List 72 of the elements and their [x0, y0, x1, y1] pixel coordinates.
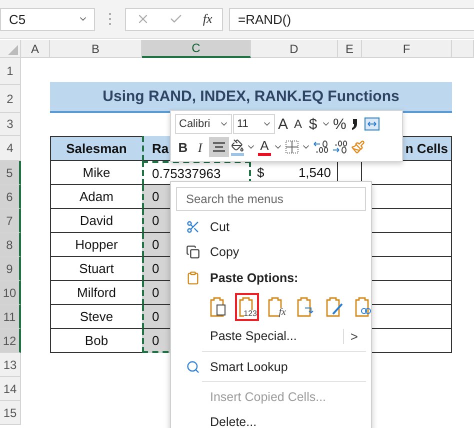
table-cell: David	[50, 209, 142, 233]
header-cell: Salesman	[50, 136, 142, 161]
format-button[interactable]: %	[332, 114, 348, 134]
color-bar	[258, 152, 271, 156]
font-color-button[interactable]: A	[257, 137, 272, 157]
paintbrush-icon	[351, 140, 365, 154]
copy-icon	[186, 245, 200, 260]
fill-color-button[interactable]	[230, 137, 245, 157]
font-color-label: A	[260, 138, 269, 152]
increase-decimal-icon	[313, 140, 329, 154]
clipboard-icon	[324, 296, 344, 318]
row-header[interactable]: 3	[0, 113, 21, 136]
color-bar	[231, 152, 244, 156]
row-header[interactable]: 10	[0, 281, 21, 305]
paste-formulas-button[interactable]: fx	[264, 293, 288, 322]
table-cell: Hopper	[50, 233, 142, 257]
formula-field[interactable]: =RAND()	[229, 8, 474, 30]
row-header[interactable]: 7	[0, 209, 21, 233]
column-header[interactable]: A	[21, 40, 50, 58]
table-cell: Bob	[50, 329, 142, 353]
grow-font-button[interactable]: A	[276, 114, 290, 134]
clipboard-icon	[186, 270, 200, 285]
row-header[interactable]: 15	[0, 401, 21, 425]
row-header[interactable]: 13	[0, 353, 21, 377]
name-box[interactable]: C5	[0, 8, 95, 30]
italic-button[interactable]: I	[192, 137, 208, 157]
row-header[interactable]: 11	[0, 305, 21, 329]
column-header[interactable]: D	[251, 40, 338, 58]
search-icon	[186, 360, 200, 374]
font-field[interactable]: Calibri	[175, 114, 232, 134]
bold-button[interactable]: B	[175, 137, 191, 157]
column-header[interactable]: B	[50, 40, 142, 58]
column-header[interactable]: F	[362, 40, 452, 58]
currency-symbol: $	[257, 165, 264, 180]
row-header[interactable]: 4	[0, 136, 21, 161]
shrink-font-button[interactable]: A	[291, 114, 305, 134]
table-cell: Milford	[50, 281, 142, 305]
triangle-icon	[8, 45, 18, 55]
comma-icon	[351, 118, 360, 130]
decrease-decimal-icon	[332, 140, 348, 154]
merge-icon	[364, 117, 380, 131]
sheet-title: Using RAND, INDEX, RANK.EQ Functions	[50, 82, 452, 113]
cell-value: 1,540	[298, 165, 331, 180]
align-center-button[interactable]	[209, 137, 229, 157]
format-button[interactable]: $	[306, 114, 320, 134]
align-center-icon	[212, 140, 226, 154]
row-header[interactable]: 12	[0, 329, 21, 353]
row-header[interactable]: 1	[0, 58, 21, 85]
insert-function-button[interactable]: fx	[202, 11, 212, 27]
smart-lookup-menu-item[interactable]: Smart Lookup	[176, 354, 366, 380]
borders-icon	[285, 140, 299, 154]
column-header[interactable]: C	[142, 40, 251, 58]
clipboard-icon	[295, 296, 315, 318]
paste-values-button[interactable]: 123	[235, 293, 259, 322]
table-cell: Adam	[50, 185, 142, 209]
font-size-field[interactable]: 11	[233, 114, 275, 134]
paint-bucket-icon	[231, 138, 244, 152]
row-header[interactable]: 5	[0, 161, 21, 185]
row-header[interactable]: 9	[0, 257, 21, 281]
clipboard-icon	[208, 296, 228, 318]
scissors-icon	[186, 220, 200, 234]
row-header[interactable]: 8	[0, 233, 21, 257]
row-header[interactable]: 2	[0, 85, 21, 113]
search-field[interactable]: Search the menus	[176, 187, 366, 212]
table-cell: Steve	[50, 305, 142, 329]
row-header[interactable]: 6	[0, 185, 21, 209]
menu-item[interactable]: Delete...	[176, 410, 366, 428]
grip-icon	[107, 12, 113, 26]
column-header[interactable]: E	[338, 40, 362, 58]
table-cell: Stuart	[50, 257, 142, 281]
table-cell: Mike	[50, 161, 142, 185]
row-header[interactable]: 14	[0, 377, 21, 401]
